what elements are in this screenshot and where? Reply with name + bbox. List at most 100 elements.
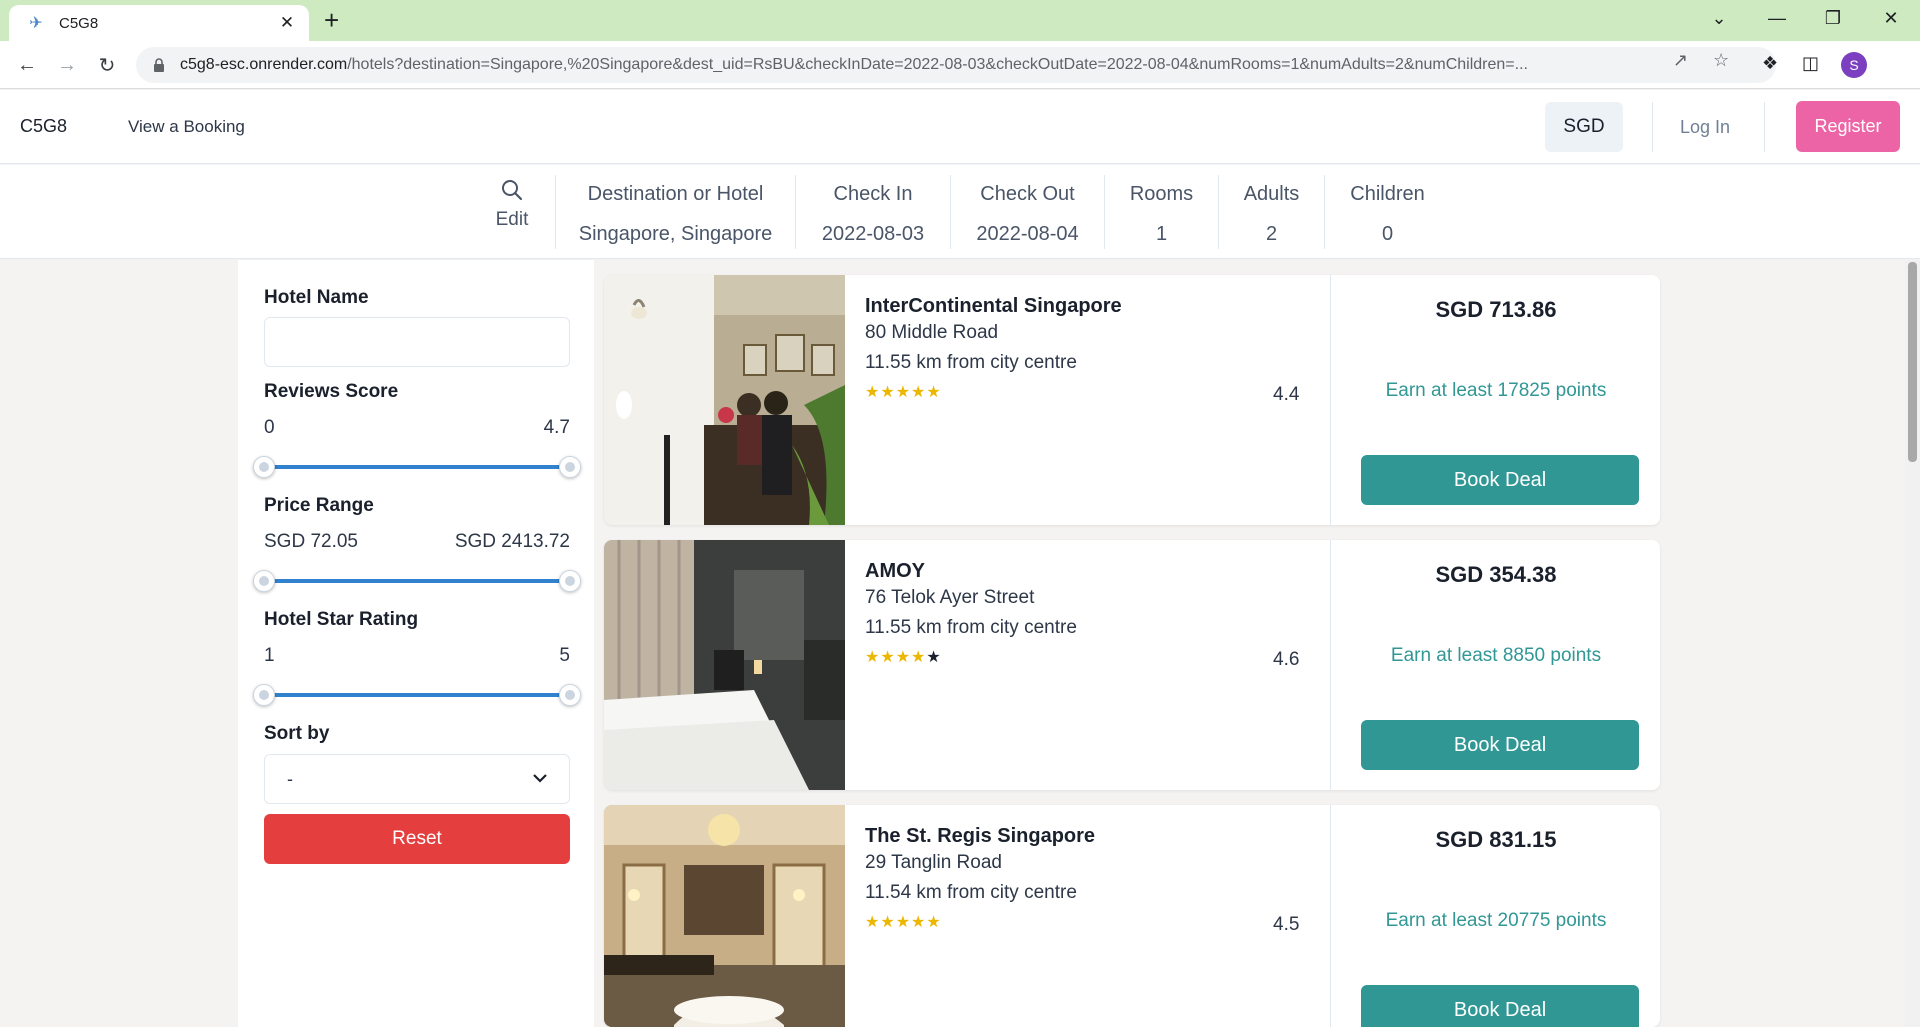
- login-button[interactable]: Log In: [1680, 117, 1730, 138]
- app-header: C5G8 View a Booking SGD Log In Register: [0, 90, 1920, 164]
- destination-field[interactable]: Destination or Hotel Singapore, Singapor…: [555, 175, 795, 249]
- hotel-card: The St. Regis Singapore 29 Tanglin Road …: [604, 805, 1660, 1027]
- browser-toolbar: ← → ↻ c5g8-esc.onrender.com/hotels?desti…: [0, 41, 1920, 89]
- restore-icon[interactable]: ❐: [1821, 8, 1845, 29]
- children-field[interactable]: Children 0: [1324, 175, 1450, 249]
- close-window-icon[interactable]: ✕: [1879, 8, 1903, 29]
- share-icon[interactable]: ↗: [1673, 50, 1688, 71]
- book-deal-button[interactable]: Book Deal: [1361, 720, 1639, 770]
- url-text: c5g8-esc.onrender.com/hotels?destination…: [180, 56, 1528, 73]
- star-filled-icon: ★: [895, 914, 912, 931]
- hotel-distance: 11.55 km from city centre: [865, 617, 1077, 638]
- reload-icon[interactable]: ↻: [93, 51, 121, 79]
- points-earned: Earn at least 17825 points: [1385, 380, 1607, 401]
- hotel-photo[interactable]: [604, 275, 845, 525]
- tab-title: C5G8: [59, 14, 99, 32]
- hotel-price: SGD 354.38: [1435, 562, 1557, 587]
- hotel-distance: 11.54 km from city centre: [865, 882, 1077, 903]
- slider-max-handle[interactable]: [559, 456, 581, 478]
- review-score: 4.5: [1273, 914, 1300, 935]
- slider-max-handle[interactable]: [559, 570, 581, 592]
- hotel-photo[interactable]: [604, 805, 845, 1027]
- star-filled-icon: ★: [880, 649, 896, 666]
- hotel-name[interactable]: AMOY: [865, 560, 1315, 583]
- lock-icon: [152, 58, 166, 72]
- star-filled-icon: ★: [911, 914, 927, 931]
- profile-avatar[interactable]: S: [1841, 52, 1867, 78]
- star-empty-icon: ★: [926, 649, 942, 666]
- price-range-slider[interactable]: [253, 569, 581, 593]
- hotel-address: 29 Tanglin Road: [865, 852, 1002, 873]
- star-rating: ★★★★★: [865, 382, 1315, 402]
- slider-track: [264, 465, 570, 469]
- slider-track: [264, 579, 570, 583]
- sort-by-label: Sort by: [264, 723, 330, 744]
- extensions-icon[interactable]: ❖: [1762, 53, 1778, 74]
- star-filled-icon: ★: [926, 914, 942, 931]
- check-out-field[interactable]: Check Out 2022-08-04: [950, 175, 1104, 249]
- reviews-max-value: 4.7: [543, 417, 570, 438]
- close-tab-icon[interactable]: ✕: [277, 13, 297, 33]
- star-filled-icon: ★: [895, 649, 912, 666]
- hotel-address: 80 Middle Road: [865, 322, 999, 343]
- hotel-name-input[interactable]: [264, 317, 570, 367]
- slider-min-handle[interactable]: [253, 570, 275, 592]
- star-filled-icon: ★: [926, 384, 942, 401]
- star-filled-icon: ★: [880, 914, 896, 931]
- sort-by-select[interactable]: -: [264, 754, 570, 804]
- points-earned: Earn at least 20775 points: [1385, 910, 1607, 931]
- star-filled-icon: ★: [865, 384, 881, 401]
- brand-logo[interactable]: C5G8: [20, 116, 67, 137]
- browser-tab[interactable]: ✈ C5G8 ✕: [9, 5, 309, 41]
- slider-min-handle[interactable]: [253, 456, 275, 478]
- check-in-field[interactable]: Check In 2022-08-03: [795, 175, 950, 249]
- adults-field[interactable]: Adults 2: [1218, 175, 1324, 249]
- edit-label: Edit: [495, 209, 529, 230]
- reviews-min-value: 0: [264, 417, 275, 438]
- forward-icon[interactable]: →: [53, 51, 81, 79]
- slider-track: [264, 693, 570, 697]
- star-filled-icon: ★: [865, 914, 881, 931]
- hotel-card: AMOY 76 Telok Ayer Street 11.55 km from …: [604, 540, 1660, 790]
- star-rating: ★★★★★: [865, 647, 1315, 667]
- price-range-label: Price Range: [264, 495, 374, 516]
- header-divider: [1764, 102, 1765, 152]
- star-filled-icon: ★: [895, 384, 912, 401]
- hotel-name[interactable]: InterContinental Singapore: [865, 295, 1315, 318]
- reviews-score-label: Reviews Score: [264, 381, 399, 402]
- hotel-distance: 11.55 km from city centre: [865, 352, 1077, 373]
- hotel-price: SGD 831.15: [1435, 827, 1557, 852]
- hotel-address: 76 Telok Ayer Street: [865, 587, 1035, 608]
- search-summary-bar: Edit Destination or Hotel Singapore, Sin…: [0, 165, 1920, 259]
- new-tab-icon[interactable]: +: [324, 7, 339, 33]
- book-deal-button[interactable]: Book Deal: [1361, 985, 1639, 1027]
- sort-selected-value: -: [287, 768, 293, 789]
- star-rating-slider[interactable]: [253, 683, 581, 707]
- hotel-name[interactable]: The St. Regis Singapore: [865, 825, 1315, 848]
- hotel-price: SGD 713.86: [1435, 297, 1557, 322]
- rooms-field[interactable]: Rooms 1: [1104, 175, 1218, 249]
- star-filled-icon: ★: [880, 384, 896, 401]
- search-icon: [502, 180, 523, 201]
- book-deal-button[interactable]: Book Deal: [1361, 455, 1639, 505]
- star-rating: ★★★★★: [865, 912, 1315, 932]
- minimize-icon[interactable]: —: [1765, 8, 1789, 29]
- hotel-photo[interactable]: [604, 540, 845, 790]
- side-panel-icon[interactable]: ◫: [1802, 53, 1819, 74]
- page-scrollbar-thumb[interactable]: [1908, 262, 1917, 462]
- tab-search-icon[interactable]: ⌄: [1707, 8, 1731, 29]
- edit-search-button[interactable]: Edit: [480, 179, 544, 245]
- slider-min-handle[interactable]: [253, 684, 275, 706]
- currency-button[interactable]: SGD: [1545, 102, 1623, 152]
- chevron-down-icon: [533, 770, 547, 788]
- view-booking-link[interactable]: View a Booking: [128, 117, 245, 137]
- slider-max-handle[interactable]: [559, 684, 581, 706]
- reset-button[interactable]: Reset: [264, 814, 570, 864]
- reviews-score-slider[interactable]: [253, 455, 581, 479]
- bookmark-star-icon[interactable]: ☆: [1713, 50, 1729, 71]
- register-button[interactable]: Register: [1796, 101, 1900, 152]
- filter-sidebar: Hotel Name Reviews Score 0 4.7 Price Ran…: [238, 260, 594, 1027]
- back-icon[interactable]: ←: [13, 51, 41, 79]
- address-bar[interactable]: c5g8-esc.onrender.com/hotels?destination…: [136, 47, 1776, 83]
- points-earned: Earn at least 8850 points: [1390, 645, 1602, 666]
